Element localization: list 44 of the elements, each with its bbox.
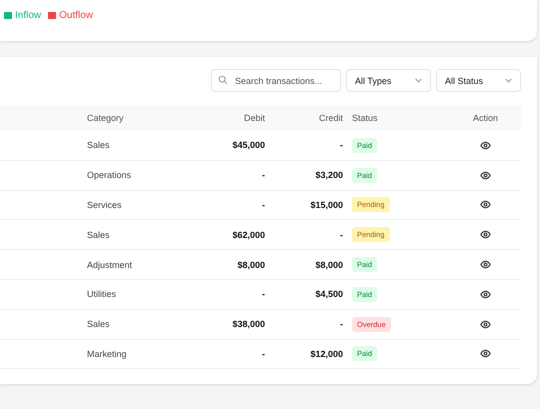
category-cell: Operations — [87, 170, 132, 180]
column-header: Category — [87, 113, 124, 123]
amount-cell: $8,000 — [315, 260, 343, 270]
amount-cell: $38,000 — [232, 319, 265, 330]
amount-cell: $3,200 — [315, 170, 343, 180]
eye-icon[interactable] — [480, 140, 491, 151]
filter-dropdown[interactable]: All Status — [436, 69, 521, 92]
amount-cell: $4,500 — [315, 289, 343, 300]
eye-icon[interactable] — [480, 348, 491, 360]
eye-icon[interactable] — [480, 199, 491, 210]
amount-cell: - — [340, 319, 343, 330]
eye-icon[interactable] — [480, 170, 491, 181]
category-cell: Sales — [87, 319, 110, 330]
category-cell: Sales — [87, 140, 110, 150]
amount-cell: $15,000 — [310, 200, 343, 210]
column-header: Status — [352, 113, 378, 123]
category-cell: Sales — [87, 230, 110, 240]
eye-icon[interactable] — [480, 229, 491, 240]
amount-cell: $8,000 — [237, 260, 265, 270]
amount-cell: - — [262, 200, 265, 210]
amount-cell: $12,000 — [310, 348, 343, 359]
caret-icon — [505, 78, 512, 83]
category-cell: Adjustment — [87, 260, 132, 270]
category-cell: Services — [87, 200, 122, 210]
eye-icon[interactable] — [480, 259, 491, 270]
column-header: Debit — [244, 113, 265, 123]
amount-cell: $62,000 — [232, 230, 265, 240]
amount-cell: - — [262, 170, 265, 180]
amount-cell: - — [340, 230, 343, 240]
category-cell: Marketing — [87, 348, 127, 359]
category-cell: Utilities — [87, 289, 116, 300]
amount-cell: $45,000 — [232, 140, 265, 150]
column-header: Credit — [318, 113, 343, 123]
amount-cell: - — [262, 348, 265, 359]
legend-label: Outflow — [59, 10, 94, 21]
filter-dropdown[interactable]: All Types — [346, 69, 431, 92]
eye-icon[interactable] — [480, 318, 491, 330]
amount-cell: - — [340, 140, 343, 150]
amount-cell: - — [262, 289, 265, 300]
legend-label: Inflow — [15, 10, 42, 21]
caret-icon — [415, 78, 422, 83]
search-field[interactable]: Search transactions... — [211, 69, 341, 92]
column-header: Action — [472, 113, 498, 123]
eye-icon[interactable] — [480, 288, 491, 300]
